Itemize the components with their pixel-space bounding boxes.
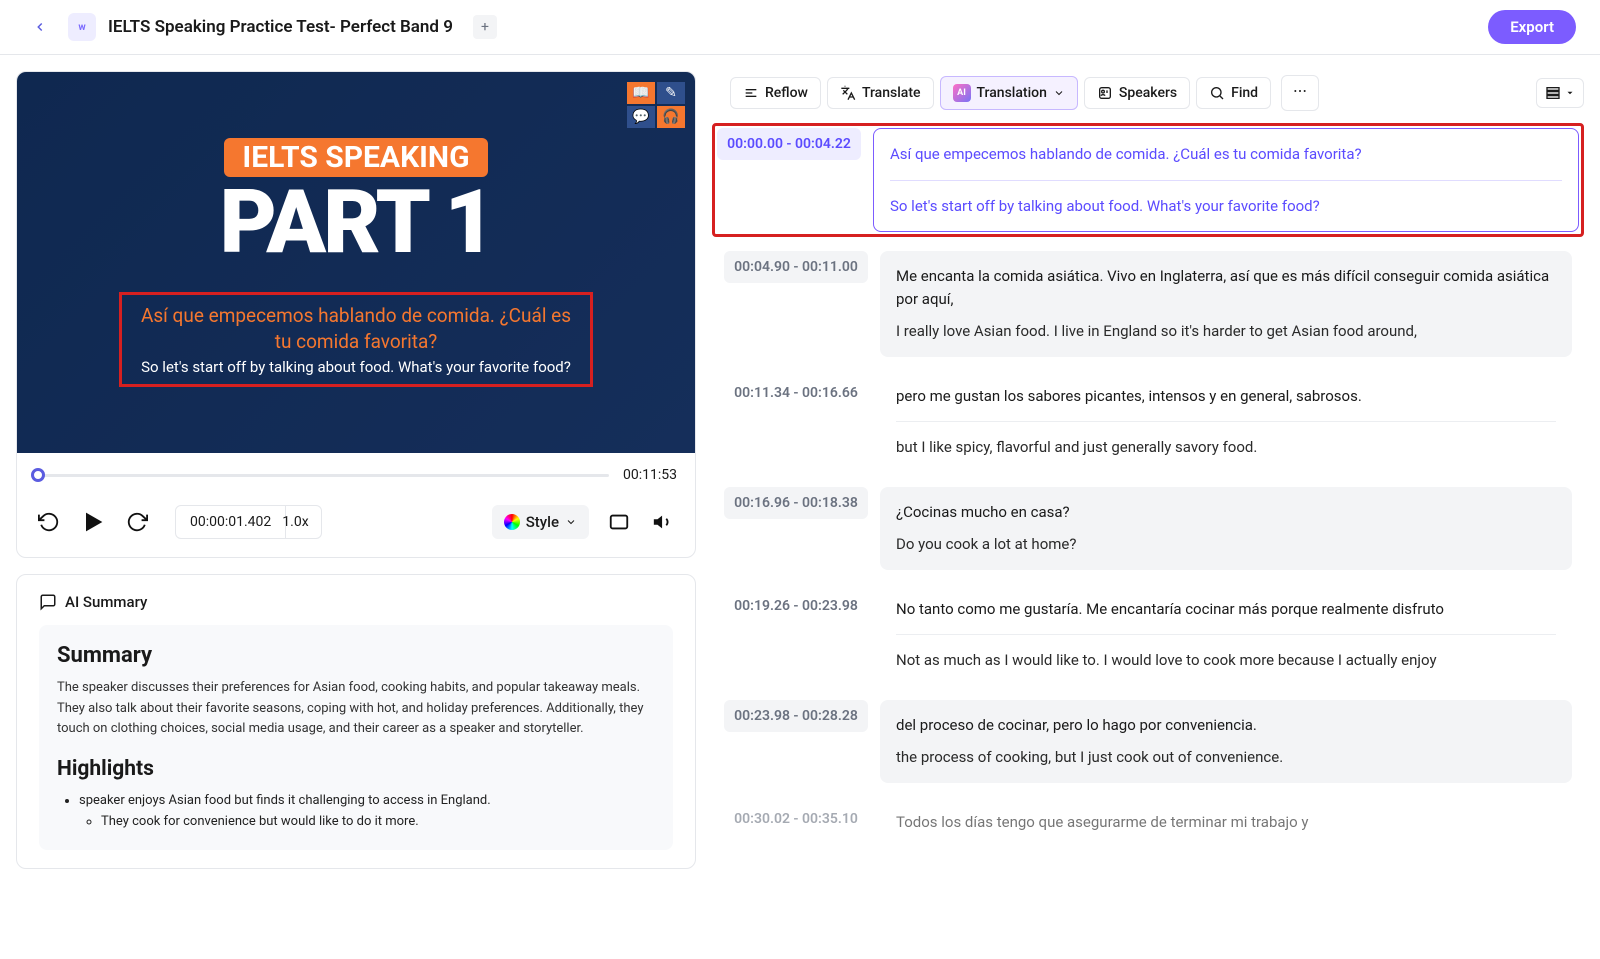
list-view-icon [1545,85,1561,101]
summary-heading: Summary [57,643,655,668]
segment-body[interactable]: pero me gustan los sabores picantes, int… [880,377,1572,467]
segment-en: So let's start off by talking about food… [890,180,1562,218]
transcript-segment[interactable]: 00:04.90 - 00:11.00 Me encanta la comida… [712,245,1584,363]
segment-time[interactable]: 00:16.96 - 00:18.38 [724,487,868,519]
video-preview[interactable]: 📖 ✎ 💬 🎧 IELTS SPEAKING PART 1 Así que em… [17,72,695,453]
volume-button[interactable] [649,508,677,536]
more-button[interactable] [1281,75,1319,111]
playback-rate[interactable]: 1.0x [270,505,321,539]
segment-es: Me encanta la comida asiática. Vivo en I… [896,265,1556,310]
transcript-segment[interactable]: 00:30.02 - 00:35.10 Todos los días tengo… [712,797,1584,848]
transcript-segment[interactable]: 00:19.26 - 00:23.98 No tanto como me gus… [712,584,1584,686]
segment-en: Do you cook a lot at home? [896,533,1556,556]
editor-toolbar: Reflow Translate AI Translation Speakers… [712,71,1584,123]
ai-summary-label: AI Summary [65,593,147,611]
segment-time[interactable]: 00:30.02 - 00:35.10 [724,803,868,835]
segment-es: Todos los días tengo que asegurarme de t… [896,811,1556,834]
duration-display: 00:11:53 [623,467,677,483]
timeline-slider[interactable] [35,474,609,477]
highlight-subitem: They cook for convenience but would like… [101,814,419,829]
segment-time[interactable]: 00:23.98 - 00:28.28 [724,700,868,732]
speakers-label: Speakers [1119,85,1177,101]
highlight-item: speaker enjoys Asian food but finds it c… [79,793,491,808]
more-icon [1292,83,1308,99]
segment-body[interactable]: del proceso de cocinar, pero lo hago por… [880,700,1572,783]
video-panel: 📖 ✎ 💬 🎧 IELTS SPEAKING PART 1 Así que em… [16,71,696,558]
doc-type-icon: w [68,13,96,41]
chevron-down-icon [1053,87,1065,99]
segment-en: Not as much as I would like to. I would … [896,634,1556,672]
highlights-heading: Highlights [57,757,655,781]
segment-time[interactable]: 00:19.26 - 00:23.98 [724,590,868,622]
find-label: Find [1231,85,1258,101]
segment-body[interactable]: ¿Cocinas mucho en casa? Do you cook a lo… [880,487,1572,570]
segment-en: the process of cooking, but I just cook … [896,746,1556,769]
badge-book-icon: 📖 [627,82,655,104]
translation-label: Translation [977,85,1047,101]
forward-button[interactable] [123,508,151,536]
page-title: IELTS Speaking Practice Test- Perfect Ba… [108,17,453,37]
subtitle-en: So let's start off by talking about food… [134,358,579,376]
badge-chat-icon: 💬 [627,106,655,128]
transcript-segment[interactable]: 00:23.98 - 00:28.28 del proceso de cocin… [712,694,1584,789]
summary-icon [39,593,57,611]
summary-text: The speaker discusses their preferences … [57,678,655,738]
segment-es: del proceso de cocinar, pero lo hago por… [896,714,1556,737]
timeline-handle[interactable] [31,468,45,482]
transcript-segment[interactable]: 00:11.34 - 00:16.66 pero me gustan los s… [712,371,1584,473]
segment-time[interactable]: 00:00.00 - 00:04.22 [717,128,861,160]
back-button[interactable] [24,11,56,43]
translate-label: Translate [862,85,921,101]
segment-body[interactable]: Me encanta la comida asiática. Vivo en I… [880,251,1572,357]
translate-button[interactable]: Translate [827,77,934,109]
speakers-button[interactable]: Speakers [1084,77,1190,109]
search-icon [1209,85,1225,101]
add-tab-button[interactable]: + [473,15,497,39]
chevron-down-icon [1565,88,1575,98]
subtitle-overlay: Así que empecemos hablando de comida. ¿C… [119,292,594,387]
video-badges: 📖 ✎ 💬 🎧 [627,82,685,128]
segment-en: but I like spicy, flavorful and just gen… [896,421,1556,459]
view-mode-button[interactable] [1536,78,1584,108]
export-button[interactable]: Export [1488,10,1576,44]
fullscreen-button[interactable] [605,508,633,536]
video-part-label: PART 1 [220,171,493,274]
rewind-button[interactable] [35,508,63,536]
play-button[interactable] [79,508,107,536]
badge-pen-icon: ✎ [657,82,685,104]
transcript-segment[interactable]: 00:00.00 - 00:04.22 Así que empecemos ha… [712,123,1584,237]
transcript-list: 00:00.00 - 00:04.22 Así que empecemos ha… [712,123,1584,869]
translation-button[interactable]: AI Translation [940,76,1078,110]
reflow-icon [743,85,759,101]
subtitle-es: Así que empecemos hablando de comida. ¿C… [134,303,579,354]
translate-icon [840,85,856,101]
style-label: Style [526,513,559,531]
segment-en: I really love Asian food. I live in Engl… [896,320,1556,343]
reflow-label: Reflow [765,85,808,101]
segment-es: No tanto como me gustaría. Me encantaría… [896,598,1556,621]
ai-icon: AI [953,84,971,102]
highlights-list: speaker enjoys Asian food but finds it c… [57,791,655,833]
style-button[interactable]: Style [492,505,589,539]
segment-es: ¿Cocinas mucho en casa? [896,501,1556,524]
style-color-icon [504,514,520,530]
transcript-segment[interactable]: 00:16.96 - 00:18.38 ¿Cocinas mucho en ca… [712,481,1584,576]
segment-es: pero me gustan los sabores picantes, int… [896,385,1556,408]
badge-headphones-icon: 🎧 [657,106,685,128]
reflow-button[interactable]: Reflow [730,77,821,109]
segment-es: Así que empecemos hablando de comida. ¿C… [890,143,1562,166]
summary-panel: AI Summary Summary The speaker discusses… [16,574,696,869]
segment-body[interactable]: Todos los días tengo que asegurarme de t… [880,803,1572,842]
find-button[interactable]: Find [1196,77,1271,109]
speakers-icon [1097,85,1113,101]
segment-time[interactable]: 00:11.34 - 00:16.66 [724,377,868,409]
segment-body[interactable]: No tanto como me gustaría. Me encantaría… [880,590,1572,680]
segment-body[interactable]: Así que empecemos hablando de comida. ¿C… [873,128,1579,232]
segment-time[interactable]: 00:04.90 - 00:11.00 [724,251,868,283]
